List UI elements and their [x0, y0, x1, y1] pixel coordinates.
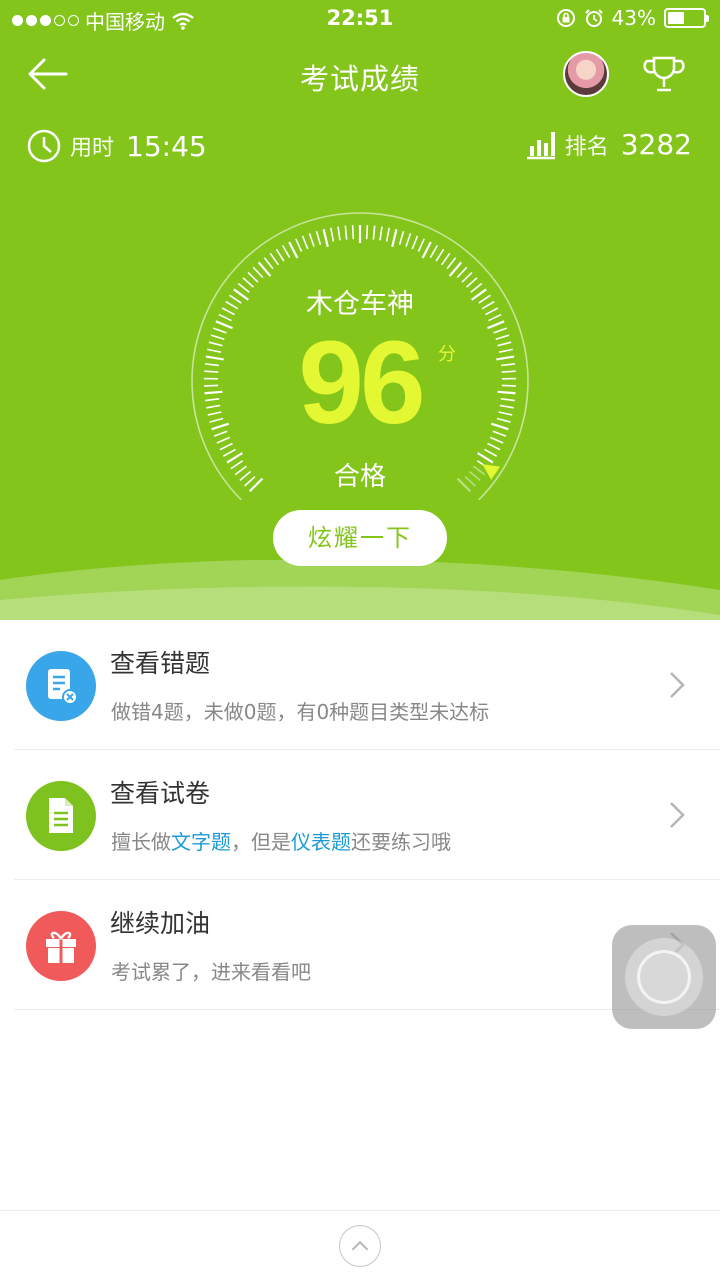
list-item-title: 查看试卷: [110, 779, 211, 808]
ranking[interactable]: 排名 3282: [525, 128, 692, 161]
trophy-icon[interactable]: [640, 50, 688, 98]
gauge-tick: [379, 226, 383, 241]
rank-value: 3282: [620, 128, 692, 161]
exam-paper-icon: [26, 781, 96, 851]
list-item-subtitle: 考试累了，进来看看吧: [111, 960, 311, 984]
gauge-tick: [391, 229, 398, 248]
gauge-tick: [385, 227, 391, 242]
achievement-title: 木仓车神: [306, 289, 414, 320]
gauge-tick: [351, 225, 355, 240]
gauge-tick: [456, 266, 468, 279]
subtitle-text: ，但是: [231, 830, 291, 854]
bar-chart-icon: [526, 131, 555, 159]
exam-stats: 用时 15:45 排名 3282: [0, 122, 720, 172]
gauge-tick: [461, 271, 473, 283]
gauge-tick: [252, 266, 264, 279]
header-wave: [0, 560, 720, 620]
gauge-tick: [405, 233, 412, 247]
status-bar: 中国移动 22:51 43%: [0, 0, 720, 38]
score-unit: 分: [438, 344, 456, 365]
gauge-tick: [429, 245, 438, 259]
gauge-tick: [263, 257, 274, 270]
gauge-tick: [411, 235, 419, 250]
gauge-tick: [372, 225, 376, 240]
gauge-tick: [398, 230, 405, 245]
gauge-tick: [365, 225, 369, 240]
gauge-tick: [301, 235, 309, 250]
alarm-icon: [584, 9, 603, 27]
list-item-wrong-answers[interactable]: 查看错题 做错4题，未做0题，有0种题目类型未达标: [0, 620, 720, 750]
time-value: 15:45: [126, 129, 207, 163]
page-title: 考试成绩: [299, 62, 420, 96]
pass-status: 合格: [333, 462, 386, 492]
nav-bar: 考试成绩: [0, 44, 720, 104]
gauge-tick: [275, 248, 285, 262]
user-avatar[interactable]: [563, 51, 609, 97]
gauge-tick: [329, 227, 335, 242]
clock-icon: [27, 129, 61, 163]
time-label: 用时: [70, 136, 115, 161]
subtitle-text: 还要练习哦: [351, 830, 451, 854]
assistive-touch-button[interactable]: [612, 925, 716, 1029]
battery-icon: [664, 8, 709, 28]
list-item-title: 继续加油: [110, 909, 211, 938]
gauge-tick: [435, 248, 445, 262]
gauge-tick: [417, 238, 425, 252]
rank-label: 排名: [564, 134, 609, 160]
gauge-tick: [421, 241, 432, 259]
gauge-tick: [295, 238, 303, 252]
status-right: 43%: [556, 6, 709, 30]
list-item-subtitle: 做错4题，未做0题，有0种题目类型未达标: [111, 700, 490, 724]
wrong-answers-icon: [26, 651, 96, 721]
result-header: 中国移动 22:51 43% 考试成绩 用时 15:45 排名 3282 木仓车…: [0, 0, 720, 620]
time-used: 用时 15:45: [26, 128, 207, 164]
share-button[interactable]: 炫耀一下: [273, 510, 447, 566]
list-item-title: 查看错题: [110, 649, 211, 678]
score-value: 96: [298, 317, 425, 449]
gauge-tick: [440, 252, 451, 266]
gauge-tick: [282, 245, 291, 259]
bottom-bar: [0, 1210, 720, 1280]
gauge-tick: [269, 252, 280, 266]
gauge-tick: [288, 241, 299, 259]
gauge-tick: [344, 225, 348, 240]
gauge-tick: [337, 226, 341, 241]
rotation-lock-icon: [556, 9, 575, 27]
gauge-tick: [315, 230, 322, 245]
chevron-up-icon[interactable]: [339, 1225, 381, 1267]
gauge-tick: [446, 257, 457, 270]
gauge-tick: [247, 271, 259, 283]
gauge-tick: [322, 229, 329, 248]
gift-icon: [26, 911, 96, 981]
chevron-right-icon: [670, 802, 685, 828]
gauge-tick: [308, 233, 315, 247]
battery-percent: 43%: [611, 6, 656, 30]
list-item-subtitle: 擅长做文字题，但是仪表题还要练习哦: [111, 826, 451, 855]
chevron-right-icon: [670, 672, 685, 698]
list-item-exam-paper[interactable]: 查看试卷 擅长做文字题，但是仪表题还要练习哦: [0, 750, 720, 880]
weak-topic: 仪表题: [291, 830, 351, 854]
strong-topic: 文字题: [171, 830, 231, 854]
subtitle-text: 擅长做: [111, 830, 171, 854]
